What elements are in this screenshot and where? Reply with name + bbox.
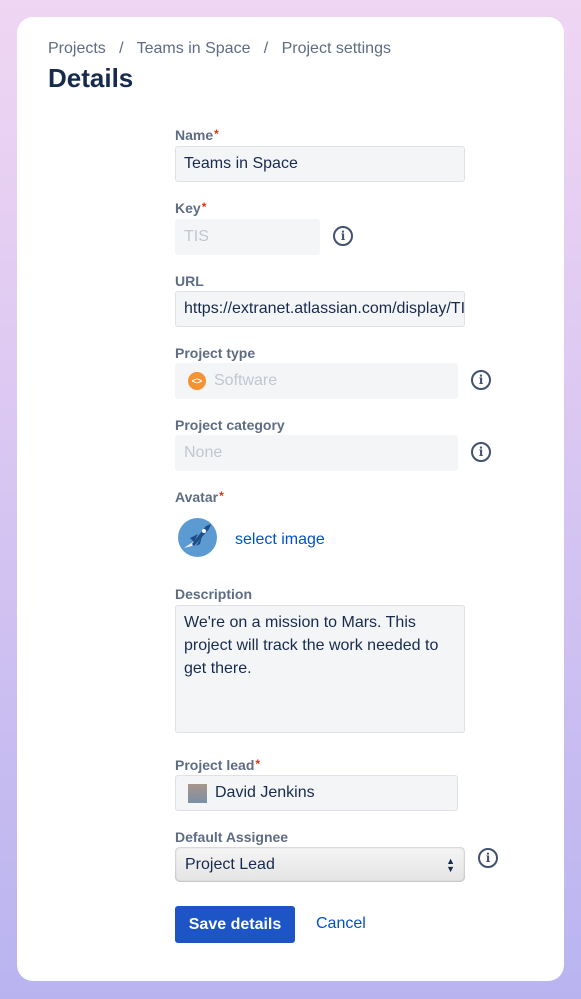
breadcrumb: Projects / Teams in Space / Project sett… (48, 40, 391, 57)
code-icon: <> (188, 372, 206, 390)
page-title: Details (48, 63, 134, 93)
description-label: Description (175, 586, 253, 602)
user-avatar (188, 783, 207, 803)
project-category-info-icon[interactable]: i (471, 442, 491, 462)
name-input[interactable]: Teams in Space (175, 146, 465, 182)
url-input[interactable]: https://extranet.atlassian.com/display/T… (175, 291, 465, 327)
project-category-label: Project category (175, 417, 285, 433)
rocket-icon (184, 524, 211, 548)
avatar-label: Avatar* (175, 489, 224, 505)
select-image-link[interactable]: select image (235, 531, 325, 549)
cancel-link[interactable]: Cancel (316, 915, 366, 933)
key-input[interactable]: TIS (175, 219, 320, 255)
project-lead-label: Project lead* (175, 757, 261, 773)
project-category-input[interactable]: None (175, 435, 458, 471)
default-assignee-select[interactable]: Project Lead ▲ ▼ (175, 847, 465, 882)
breadcrumb-project[interactable]: Teams in Space (137, 40, 251, 57)
key-label: Key* (175, 200, 207, 216)
breadcrumb-projects[interactable]: Projects (48, 40, 106, 57)
name-label: Name* (175, 127, 219, 143)
save-details-button[interactable]: Save details (175, 906, 295, 943)
updown-arrows-icon: ▲ ▼ (446, 855, 455, 874)
default-assignee-label: Default Assignee (175, 829, 289, 845)
description-textarea[interactable]: We're on a mission to Mars. This project… (175, 605, 465, 733)
avatar (178, 518, 217, 557)
key-info-icon[interactable]: i (333, 226, 353, 246)
project-type-info-icon[interactable]: i (471, 370, 491, 390)
default-assignee-info-icon[interactable]: i (478, 848, 498, 868)
project-lead-input[interactable]: David Jenkins (175, 775, 458, 811)
breadcrumb-settings[interactable]: Project settings (282, 40, 391, 57)
project-type-label: Project type (175, 345, 256, 361)
url-label: URL (175, 273, 204, 289)
project-type-input[interactable]: <> Software (175, 363, 458, 399)
